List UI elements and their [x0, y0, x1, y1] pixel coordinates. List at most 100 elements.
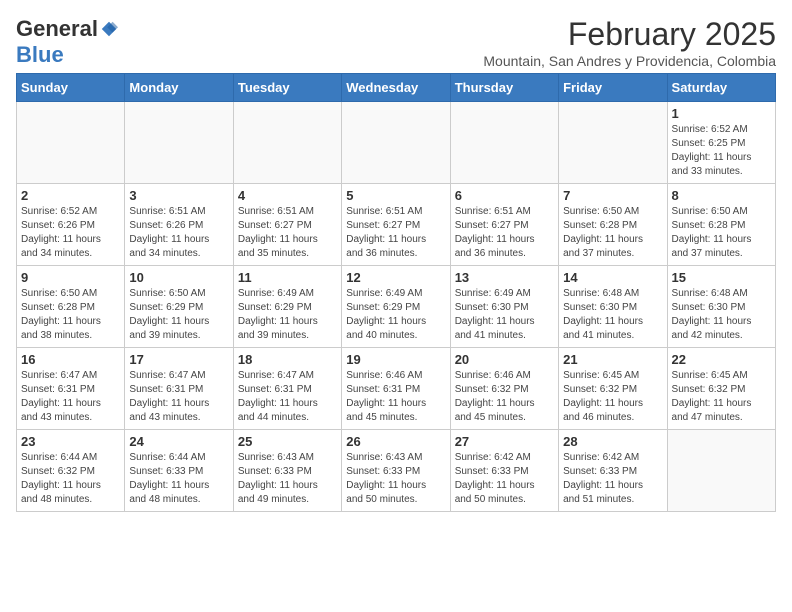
day-info: Sunrise: 6:48 AM Sunset: 6:30 PM Dayligh…: [563, 287, 662, 343]
day-number: 15: [672, 270, 771, 285]
day-of-week-header: Saturday: [667, 74, 775, 102]
day-number: 17: [129, 352, 228, 367]
calendar-cell: [450, 102, 558, 184]
day-number: 11: [238, 270, 337, 285]
calendar-cell: 2 Sunrise: 6:52 AM Sunset: 6:26 PM Daylig…: [17, 184, 125, 266]
location-title: Mountain, San Andres y Providencia, Colo…: [483, 53, 776, 69]
calendar-table: SundayMondayTuesdayWednesdayThursdayFrid…: [16, 73, 776, 512]
day-number: 19: [346, 352, 445, 367]
calendar-cell: 19 Sunrise: 6:46 AM Sunset: 6:31 PM Dayli…: [342, 348, 450, 430]
day-number: 2: [21, 188, 120, 203]
calendar-week-row: 1 Sunrise: 6:52 AM Sunset: 6:25 PM Daylig…: [17, 102, 776, 184]
day-info: Sunrise: 6:49 AM Sunset: 6:30 PM Dayligh…: [455, 287, 554, 343]
logo-blue-text: Blue: [16, 42, 64, 68]
calendar-week-row: 2 Sunrise: 6:52 AM Sunset: 6:26 PM Daylig…: [17, 184, 776, 266]
day-number: 20: [455, 352, 554, 367]
day-info: Sunrise: 6:47 AM Sunset: 6:31 PM Dayligh…: [238, 369, 337, 425]
day-number: 18: [238, 352, 337, 367]
day-of-week-header: Thursday: [450, 74, 558, 102]
day-number: 12: [346, 270, 445, 285]
day-of-week-header: Sunday: [17, 74, 125, 102]
day-info: Sunrise: 6:50 AM Sunset: 6:28 PM Dayligh…: [672, 205, 771, 261]
day-info: Sunrise: 6:52 AM Sunset: 6:25 PM Dayligh…: [672, 123, 771, 179]
logo: General Blue: [16, 16, 118, 68]
day-number: 24: [129, 434, 228, 449]
calendar-cell: 23 Sunrise: 6:44 AM Sunset: 6:32 PM Dayli…: [17, 430, 125, 512]
calendar-cell: [667, 430, 775, 512]
calendar-cell: 7 Sunrise: 6:50 AM Sunset: 6:28 PM Daylig…: [559, 184, 667, 266]
calendar-header-row: SundayMondayTuesdayWednesdayThursdayFrid…: [17, 74, 776, 102]
day-number: 14: [563, 270, 662, 285]
calendar-cell: 9 Sunrise: 6:50 AM Sunset: 6:28 PM Daylig…: [17, 266, 125, 348]
day-info: Sunrise: 6:50 AM Sunset: 6:28 PM Dayligh…: [21, 287, 120, 343]
calendar-cell: 11 Sunrise: 6:49 AM Sunset: 6:29 PM Dayli…: [233, 266, 341, 348]
day-of-week-header: Wednesday: [342, 74, 450, 102]
day-info: Sunrise: 6:51 AM Sunset: 6:27 PM Dayligh…: [455, 205, 554, 261]
day-info: Sunrise: 6:51 AM Sunset: 6:27 PM Dayligh…: [346, 205, 445, 261]
calendar-cell: 6 Sunrise: 6:51 AM Sunset: 6:27 PM Daylig…: [450, 184, 558, 266]
day-info: Sunrise: 6:50 AM Sunset: 6:28 PM Dayligh…: [563, 205, 662, 261]
day-info: Sunrise: 6:51 AM Sunset: 6:27 PM Dayligh…: [238, 205, 337, 261]
logo-general-text: General: [16, 16, 98, 42]
calendar-cell: [559, 102, 667, 184]
day-number: 21: [563, 352, 662, 367]
day-number: 4: [238, 188, 337, 203]
calendar-week-row: 16 Sunrise: 6:47 AM Sunset: 6:31 PM Dayli…: [17, 348, 776, 430]
calendar-cell: 13 Sunrise: 6:49 AM Sunset: 6:30 PM Dayli…: [450, 266, 558, 348]
day-info: Sunrise: 6:47 AM Sunset: 6:31 PM Dayligh…: [129, 369, 228, 425]
logo-icon: [100, 20, 118, 38]
calendar-cell: 24Sunrise: 6:44 AM Sunset: 6:33 PM Dayli…: [125, 430, 233, 512]
day-info: Sunrise: 6:45 AM Sunset: 6:32 PM Dayligh…: [672, 369, 771, 425]
calendar-cell: 21 Sunrise: 6:45 AM Sunset: 6:32 PM Dayli…: [559, 348, 667, 430]
header: General Blue February 2025 Mountain, San…: [16, 16, 776, 69]
day-info: Sunrise: 6:52 AM Sunset: 6:26 PM Dayligh…: [21, 205, 120, 261]
title-area: February 2025 Mountain, San Andres y Pro…: [483, 16, 776, 69]
calendar-cell: 5Sunrise: 6:51 AM Sunset: 6:27 PM Daylig…: [342, 184, 450, 266]
day-number: 28: [563, 434, 662, 449]
day-info: Sunrise: 6:42 AM Sunset: 6:33 PM Dayligh…: [455, 451, 554, 507]
day-info: Sunrise: 6:43 AM Sunset: 6:33 PM Dayligh…: [346, 451, 445, 507]
day-info: Sunrise: 6:49 AM Sunset: 6:29 PM Dayligh…: [238, 287, 337, 343]
calendar-cell: 18 Sunrise: 6:47 AM Sunset: 6:31 PM Dayli…: [233, 348, 341, 430]
calendar-cell: 1 Sunrise: 6:52 AM Sunset: 6:25 PM Daylig…: [667, 102, 775, 184]
day-info: Sunrise: 6:42 AM Sunset: 6:33 PM Dayligh…: [563, 451, 662, 507]
day-number: 22: [672, 352, 771, 367]
day-number: 26: [346, 434, 445, 449]
day-number: 6: [455, 188, 554, 203]
calendar-cell: 4 Sunrise: 6:51 AM Sunset: 6:27 PM Daylig…: [233, 184, 341, 266]
day-number: 1: [672, 106, 771, 121]
day-of-week-header: Monday: [125, 74, 233, 102]
month-title: February 2025: [483, 16, 776, 53]
day-info: Sunrise: 6:46 AM Sunset: 6:31 PM Dayligh…: [346, 369, 445, 425]
day-number: 9: [21, 270, 120, 285]
day-number: 8: [672, 188, 771, 203]
calendar-cell: 3 Sunrise: 6:51 AM Sunset: 6:26 PM Daylig…: [125, 184, 233, 266]
day-of-week-header: Tuesday: [233, 74, 341, 102]
calendar-cell: 27Sunrise: 6:42 AM Sunset: 6:33 PM Dayli…: [450, 430, 558, 512]
day-info: Sunrise: 6:44 AM Sunset: 6:32 PM Dayligh…: [21, 451, 120, 507]
day-of-week-header: Friday: [559, 74, 667, 102]
calendar-cell: 16Sunrise: 6:47 AM Sunset: 6:31 PM Dayli…: [17, 348, 125, 430]
calendar-cell: 8 Sunrise: 6:50 AM Sunset: 6:28 PM Daylig…: [667, 184, 775, 266]
calendar-cell: 20 Sunrise: 6:46 AM Sunset: 6:32 PM Dayli…: [450, 348, 558, 430]
day-number: 25: [238, 434, 337, 449]
calendar-cell: 25 Sunrise: 6:43 AM Sunset: 6:33 PM Dayli…: [233, 430, 341, 512]
calendar-cell: 10Sunrise: 6:50 AM Sunset: 6:29 PM Dayli…: [125, 266, 233, 348]
calendar-cell: 26 Sunrise: 6:43 AM Sunset: 6:33 PM Dayli…: [342, 430, 450, 512]
day-info: Sunrise: 6:51 AM Sunset: 6:26 PM Dayligh…: [129, 205, 228, 261]
calendar-cell: 28 Sunrise: 6:42 AM Sunset: 6:33 PM Dayli…: [559, 430, 667, 512]
day-number: 10: [129, 270, 228, 285]
day-info: Sunrise: 6:48 AM Sunset: 6:30 PM Dayligh…: [672, 287, 771, 343]
day-number: 13: [455, 270, 554, 285]
calendar-cell: 14 Sunrise: 6:48 AM Sunset: 6:30 PM Dayli…: [559, 266, 667, 348]
day-info: Sunrise: 6:43 AM Sunset: 6:33 PM Dayligh…: [238, 451, 337, 507]
day-info: Sunrise: 6:45 AM Sunset: 6:32 PM Dayligh…: [563, 369, 662, 425]
calendar-cell: [233, 102, 341, 184]
day-info: Sunrise: 6:46 AM Sunset: 6:32 PM Dayligh…: [455, 369, 554, 425]
day-number: 16: [21, 352, 120, 367]
day-number: 3: [129, 188, 228, 203]
day-number: 7: [563, 188, 662, 203]
day-number: 23: [21, 434, 120, 449]
calendar-week-row: 9 Sunrise: 6:50 AM Sunset: 6:28 PM Daylig…: [17, 266, 776, 348]
calendar-cell: [17, 102, 125, 184]
